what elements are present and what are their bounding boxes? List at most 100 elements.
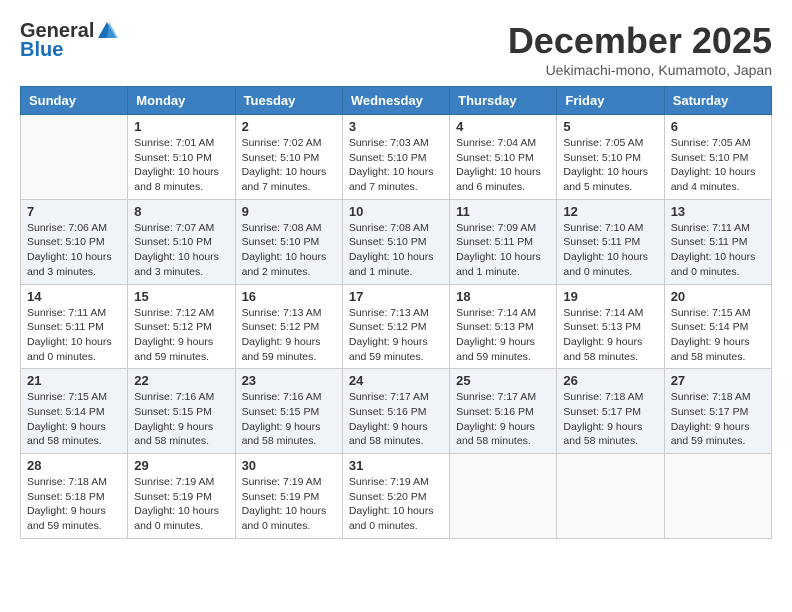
calendar-cell: 25 Sunrise: 7:17 AMSunset: 5:16 PMDayligh… bbox=[450, 369, 557, 454]
day-number: 12 bbox=[563, 204, 657, 219]
day-number: 8 bbox=[134, 204, 228, 219]
calendar-cell: 16Sunrise: 7:13 AMSunset: 5:12 PMDayligh… bbox=[235, 284, 342, 369]
calendar-cell: 26 Sunrise: 7:18 AMSunset: 5:17 PMDayligh… bbox=[557, 369, 664, 454]
day-number: 2 bbox=[242, 119, 336, 134]
day-info: Sunrise: 7:11 AMSunset: 5:11 PMDaylight:… bbox=[27, 306, 121, 365]
calendar-cell: 10Sunrise: 7:08 AMSunset: 5:10 PMDayligh… bbox=[342, 199, 449, 284]
day-number: 6 bbox=[671, 119, 765, 134]
day-number: 30 bbox=[242, 458, 336, 473]
day-number: 15 bbox=[134, 289, 228, 304]
calendar-cell: 8 Sunrise: 7:07 AMSunset: 5:10 PMDaylight… bbox=[128, 199, 235, 284]
day-info: Sunrise: 7:08 AMSunset: 5:10 PMDaylight:… bbox=[242, 221, 336, 280]
calendar-cell: 4 Sunrise: 7:04 AMSunset: 5:10 PMDaylight… bbox=[450, 115, 557, 200]
calendar-cell: 28Sunrise: 7:18 AMSunset: 5:18 PMDayligh… bbox=[21, 454, 128, 539]
calendar-cell: 3 Sunrise: 7:03 AMSunset: 5:10 PMDaylight… bbox=[342, 115, 449, 200]
day-info: Sunrise: 7:17 AMSunset: 5:16 PMDaylight:… bbox=[349, 390, 443, 449]
day-number: 11 bbox=[456, 204, 550, 219]
day-number: 14 bbox=[27, 289, 121, 304]
day-number: 3 bbox=[349, 119, 443, 134]
day-number: 17 bbox=[349, 289, 443, 304]
day-number: 20 bbox=[671, 289, 765, 304]
day-info: Sunrise: 7:03 AMSunset: 5:10 PMDaylight:… bbox=[349, 136, 443, 195]
page-header: General Blue December 2025 Uekimachi-mon… bbox=[20, 20, 772, 78]
calendar-cell: 31Sunrise: 7:19 AMSunset: 5:20 PMDayligh… bbox=[342, 454, 449, 539]
day-info: Sunrise: 7:14 AMSunset: 5:13 PMDaylight:… bbox=[456, 306, 550, 365]
day-number: 18 bbox=[456, 289, 550, 304]
day-number: 27 bbox=[671, 373, 765, 388]
weekday-header-tuesday: Tuesday bbox=[235, 87, 342, 115]
calendar-cell: 30 Sunrise: 7:19 AMSunset: 5:19 PMDayligh… bbox=[235, 454, 342, 539]
calendar-cell: 12 Sunrise: 7:10 AMSunset: 5:11 PMDayligh… bbox=[557, 199, 664, 284]
calendar-cell: 24 Sunrise: 7:17 AMSunset: 5:16 PMDayligh… bbox=[342, 369, 449, 454]
calendar-cell: 7Sunrise: 7:06 AMSunset: 5:10 PMDaylight… bbox=[21, 199, 128, 284]
weekday-header-row: SundayMondayTuesdayWednesdayThursdayFrid… bbox=[21, 87, 772, 115]
day-number: 23 bbox=[242, 373, 336, 388]
calendar-cell: 21 Sunrise: 7:15 AMSunset: 5:14 PMDayligh… bbox=[21, 369, 128, 454]
calendar-cell bbox=[21, 115, 128, 200]
calendar-cell: 15 Sunrise: 7:12 AMSunset: 5:12 PMDayligh… bbox=[128, 284, 235, 369]
calendar-cell: 1 Sunrise: 7:01 AMSunset: 5:10 PMDaylight… bbox=[128, 115, 235, 200]
logo: General Blue bbox=[20, 20, 118, 62]
calendar-cell: 5 Sunrise: 7:05 AMSunset: 5:10 PMDaylight… bbox=[557, 115, 664, 200]
day-info: Sunrise: 7:02 AMSunset: 5:10 PMDaylight:… bbox=[242, 136, 336, 195]
day-number: 31 bbox=[349, 458, 443, 473]
logo-icon bbox=[96, 20, 118, 42]
day-info: Sunrise: 7:19 AMSunset: 5:19 PMDaylight:… bbox=[242, 475, 336, 534]
day-info: Sunrise: 7:09 AMSunset: 5:11 PMDaylight:… bbox=[456, 221, 550, 280]
day-info: Sunrise: 7:14 AMSunset: 5:13 PMDaylight:… bbox=[563, 306, 657, 365]
week-row-1: 7Sunrise: 7:06 AMSunset: 5:10 PMDaylight… bbox=[21, 199, 772, 284]
day-info: Sunrise: 7:17 AMSunset: 5:16 PMDaylight:… bbox=[456, 390, 550, 449]
day-number: 5 bbox=[563, 119, 657, 134]
day-info: Sunrise: 7:18 AMSunset: 5:18 PMDaylight:… bbox=[27, 475, 121, 534]
calendar-cell: 18 Sunrise: 7:14 AMSunset: 5:13 PMDayligh… bbox=[450, 284, 557, 369]
calendar-cell bbox=[557, 454, 664, 539]
day-number: 24 bbox=[349, 373, 443, 388]
weekday-header-wednesday: Wednesday bbox=[342, 87, 449, 115]
day-info: Sunrise: 7:16 AMSunset: 5:15 PMDaylight:… bbox=[242, 390, 336, 449]
weekday-header-monday: Monday bbox=[128, 87, 235, 115]
calendar-cell: 29Sunrise: 7:19 AMSunset: 5:19 PMDayligh… bbox=[128, 454, 235, 539]
day-info: Sunrise: 7:16 AMSunset: 5:15 PMDaylight:… bbox=[134, 390, 228, 449]
month-title: December 2025 bbox=[508, 20, 772, 62]
calendar-table: SundayMondayTuesdayWednesdayThursdayFrid… bbox=[20, 86, 772, 539]
day-info: Sunrise: 7:13 AMSunset: 5:12 PMDaylight:… bbox=[242, 306, 336, 365]
day-info: Sunrise: 7:18 AMSunset: 5:17 PMDaylight:… bbox=[671, 390, 765, 449]
day-number: 26 bbox=[563, 373, 657, 388]
calendar-cell: 19 Sunrise: 7:14 AMSunset: 5:13 PMDayligh… bbox=[557, 284, 664, 369]
weekday-header-friday: Friday bbox=[557, 87, 664, 115]
week-row-0: 1 Sunrise: 7:01 AMSunset: 5:10 PMDaylight… bbox=[21, 115, 772, 200]
calendar-cell: 11 Sunrise: 7:09 AMSunset: 5:11 PMDayligh… bbox=[450, 199, 557, 284]
day-number: 1 bbox=[134, 119, 228, 134]
calendar-cell: 23 Sunrise: 7:16 AMSunset: 5:15 PMDayligh… bbox=[235, 369, 342, 454]
day-info: Sunrise: 7:15 AMSunset: 5:14 PMDaylight:… bbox=[671, 306, 765, 365]
day-number: 25 bbox=[456, 373, 550, 388]
day-info: Sunrise: 7:10 AMSunset: 5:11 PMDaylight:… bbox=[563, 221, 657, 280]
day-number: 10 bbox=[349, 204, 443, 219]
day-info: Sunrise: 7:11 AMSunset: 5:11 PMDaylight:… bbox=[671, 221, 765, 280]
title-block: December 2025 Uekimachi-mono, Kumamoto, … bbox=[508, 20, 772, 78]
day-info: Sunrise: 7:18 AMSunset: 5:17 PMDaylight:… bbox=[563, 390, 657, 449]
calendar-cell: 22Sunrise: 7:16 AMSunset: 5:15 PMDayligh… bbox=[128, 369, 235, 454]
calendar-cell: 27 Sunrise: 7:18 AMSunset: 5:17 PMDayligh… bbox=[664, 369, 771, 454]
calendar-cell: 17 Sunrise: 7:13 AMSunset: 5:12 PMDayligh… bbox=[342, 284, 449, 369]
day-info: Sunrise: 7:15 AMSunset: 5:14 PMDaylight:… bbox=[27, 390, 121, 449]
calendar-cell: 14 Sunrise: 7:11 AMSunset: 5:11 PMDayligh… bbox=[21, 284, 128, 369]
day-number: 4 bbox=[456, 119, 550, 134]
calendar-cell: 9Sunrise: 7:08 AMSunset: 5:10 PMDaylight… bbox=[235, 199, 342, 284]
day-info: Sunrise: 7:07 AMSunset: 5:10 PMDaylight:… bbox=[134, 221, 228, 280]
day-info: Sunrise: 7:04 AMSunset: 5:10 PMDaylight:… bbox=[456, 136, 550, 195]
weekday-header-saturday: Saturday bbox=[664, 87, 771, 115]
day-number: 19 bbox=[563, 289, 657, 304]
day-info: Sunrise: 7:13 AMSunset: 5:12 PMDaylight:… bbox=[349, 306, 443, 365]
week-row-4: 28Sunrise: 7:18 AMSunset: 5:18 PMDayligh… bbox=[21, 454, 772, 539]
day-info: Sunrise: 7:01 AMSunset: 5:10 PMDaylight:… bbox=[134, 136, 228, 195]
day-info: Sunrise: 7:05 AMSunset: 5:10 PMDaylight:… bbox=[563, 136, 657, 195]
location: Uekimachi-mono, Kumamoto, Japan bbox=[508, 62, 772, 78]
calendar-cell: 13Sunrise: 7:11 AMSunset: 5:11 PMDayligh… bbox=[664, 199, 771, 284]
day-info: Sunrise: 7:19 AMSunset: 5:19 PMDaylight:… bbox=[134, 475, 228, 534]
weekday-header-sunday: Sunday bbox=[21, 87, 128, 115]
day-number: 21 bbox=[27, 373, 121, 388]
calendar-cell: 2 Sunrise: 7:02 AMSunset: 5:10 PMDaylight… bbox=[235, 115, 342, 200]
day-info: Sunrise: 7:12 AMSunset: 5:12 PMDaylight:… bbox=[134, 306, 228, 365]
day-info: Sunrise: 7:06 AMSunset: 5:10 PMDaylight:… bbox=[27, 221, 121, 280]
